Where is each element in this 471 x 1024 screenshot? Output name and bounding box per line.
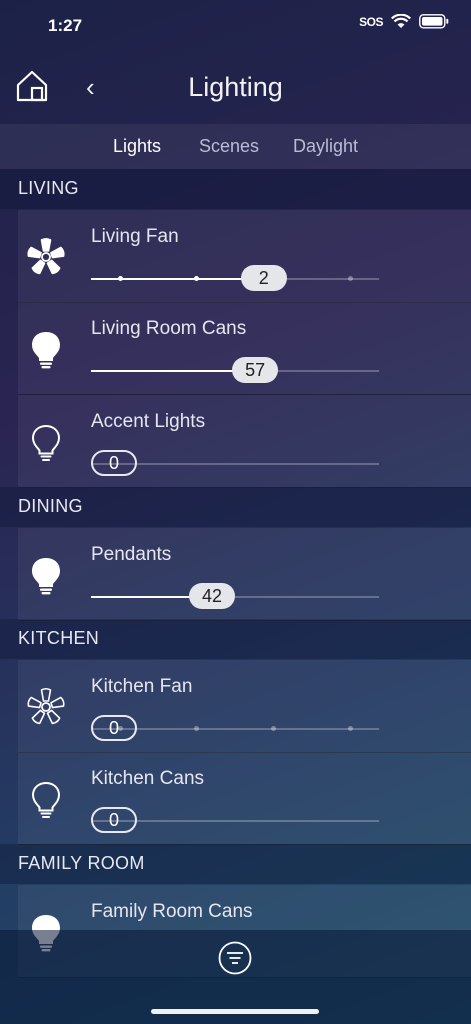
- sos-indicator: SOS: [359, 14, 383, 29]
- device-row[interactable]: Living Fan 2: [18, 210, 471, 303]
- tab-scenes[interactable]: Scenes: [199, 136, 259, 157]
- status-icons: SOS: [359, 14, 449, 29]
- slider-fill: [91, 370, 256, 372]
- battery-icon: [419, 14, 449, 29]
- section-header-family-room: FAMILY ROOM: [0, 844, 471, 884]
- status-time: 1:27: [48, 16, 83, 35]
- device-label: Accent Lights: [91, 411, 206, 432]
- tab-daylight[interactable]: Daylight: [293, 136, 358, 157]
- lightbulb-icon[interactable]: [26, 328, 66, 370]
- section-title: DINING: [18, 496, 83, 516]
- slider-thumb[interactable]: 57: [232, 357, 279, 383]
- device-label: Pendants: [91, 544, 172, 565]
- section-title: KITCHEN: [18, 628, 100, 648]
- level-slider[interactable]: 0: [91, 715, 379, 742]
- filter-icon: [218, 941, 252, 975]
- wifi-icon: [391, 14, 411, 29]
- fan-icon[interactable]: [26, 686, 66, 728]
- section-header-kitchen: KITCHEN: [0, 619, 471, 659]
- level-slider[interactable]: 2: [91, 265, 379, 292]
- bottom-bar: [0, 930, 471, 1024]
- device-row[interactable]: Kitchen Cans 0: [18, 752, 471, 845]
- tab-bar: Lights Scenes Daylight: [0, 124, 471, 169]
- section-title: LIVING: [18, 178, 79, 198]
- level-slider[interactable]: 57: [91, 357, 379, 384]
- section-title: FAMILY ROOM: [18, 853, 145, 873]
- device-label: Living Room Cans: [91, 318, 247, 339]
- lightbulb-icon[interactable]: [26, 554, 66, 596]
- device-row[interactable]: Accent Lights 0: [18, 395, 471, 488]
- header: ‹ Lighting: [0, 60, 471, 120]
- slider-tick: [348, 276, 354, 281]
- slider-thumb[interactable]: 0: [91, 807, 137, 833]
- page-title: Lighting: [188, 72, 283, 102]
- lightbulb-icon[interactable]: [26, 421, 66, 463]
- home-indicator[interactable]: [151, 1009, 319, 1014]
- device-label: Kitchen Fan: [91, 676, 193, 697]
- device-label: Kitchen Cans: [91, 768, 205, 789]
- slider-tick: [194, 276, 200, 281]
- section-header-living: LIVING: [0, 169, 471, 209]
- slider-thumb[interactable]: 0: [91, 450, 137, 476]
- device-row[interactable]: Kitchen Fan 0: [18, 660, 471, 753]
- device-label: Living Fan: [91, 226, 179, 247]
- slider-thumb[interactable]: 2: [240, 265, 287, 291]
- level-slider[interactable]: 0: [91, 450, 379, 477]
- status-bar: 1:27 SOS: [0, 0, 471, 50]
- slider-tick: [194, 726, 200, 731]
- tab-lights[interactable]: Lights: [113, 136, 161, 157]
- level-slider[interactable]: 0: [91, 807, 379, 834]
- lightbulb-icon[interactable]: [26, 778, 66, 820]
- level-slider[interactable]: 42: [91, 583, 379, 610]
- slider-fill: [91, 278, 264, 280]
- slider-tick: [348, 726, 354, 731]
- filter-button[interactable]: [218, 941, 252, 975]
- device-label: Family Room Cans: [91, 901, 253, 922]
- fan-icon[interactable]: [26, 236, 66, 278]
- device-row[interactable]: Living Room Cans 57: [18, 302, 471, 395]
- slider-tick: [271, 726, 277, 731]
- device-row[interactable]: Pendants 42: [18, 528, 471, 621]
- slider-thumb[interactable]: 42: [188, 583, 235, 609]
- section-header-dining: DINING: [0, 487, 471, 527]
- slider-thumb[interactable]: 0: [91, 715, 137, 741]
- slider-tick: [117, 276, 123, 281]
